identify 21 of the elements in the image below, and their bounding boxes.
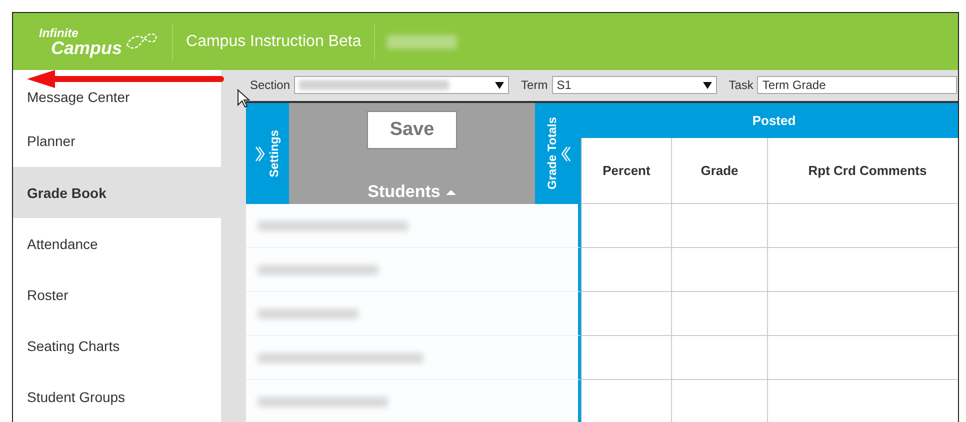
redacted-text (387, 34, 458, 48)
save-button[interactable]: Save (367, 111, 457, 149)
sidebar-item[interactable]: Grade Book (13, 167, 221, 218)
column-header: Grade (671, 138, 767, 204)
select-field[interactable]: Term Grade (757, 76, 958, 94)
select-field[interactable]: S1 (552, 76, 717, 94)
pointer-cursor-icon (237, 89, 251, 109)
field-label: Task (728, 78, 754, 92)
dropdown-caret-icon[interactable] (495, 82, 504, 88)
posted-header: Posted (581, 103, 958, 138)
app-title: Campus Instruction Beta (185, 32, 362, 50)
field-label: Section (250, 78, 290, 92)
double-chevron-left-icon[interactable] (561, 146, 571, 162)
dropdown-caret-icon[interactable] (702, 82, 712, 88)
field-label: Term (521, 78, 548, 92)
select-field[interactable] (294, 76, 510, 94)
sort-up-icon[interactable] (446, 190, 456, 194)
double-chevron-right-icon[interactable] (254, 146, 264, 162)
logo-text: Infinite Campus (39, 26, 122, 56)
column-header: Percent (581, 138, 671, 204)
column-header: Rpt Crd Comments (767, 138, 958, 204)
